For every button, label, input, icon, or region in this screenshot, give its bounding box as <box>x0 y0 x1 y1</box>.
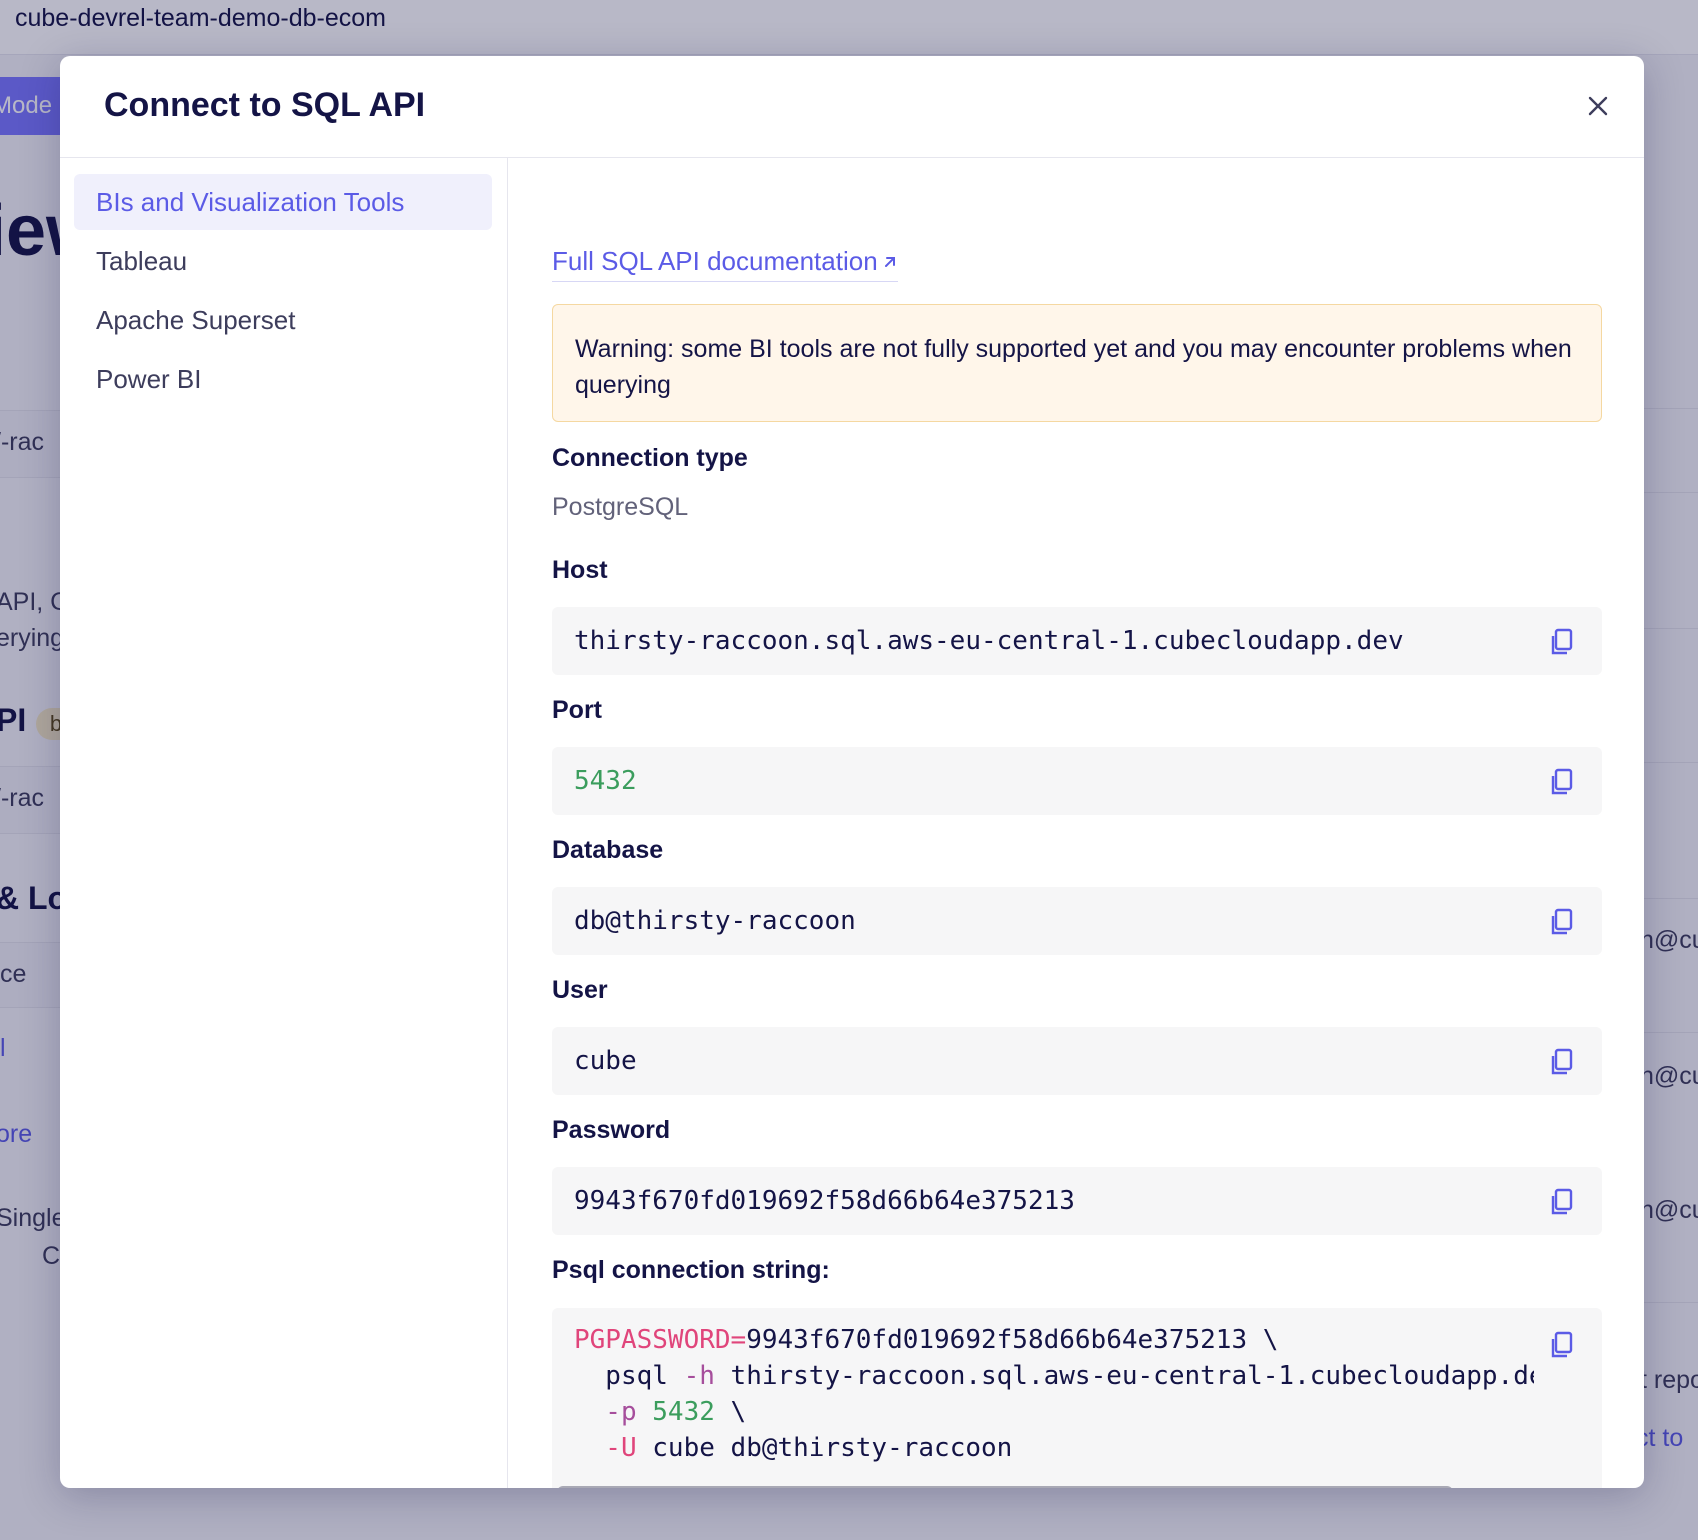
password-field: 9943f670fd019692f58d66b64e375213 <box>552 1167 1602 1235</box>
connect-sql-api-modal: Connect to SQL API BIs and Visualization… <box>60 56 1644 1488</box>
database-value-text: db@thirsty-raccoon <box>574 906 856 936</box>
host-label: Host <box>552 556 608 584</box>
horizontal-scrollbar[interactable] <box>557 1486 1453 1488</box>
password-value: 9943f670fd019692f58d66b64e375213 <box>574 1186 1075 1216</box>
psql-line-4: -U cube db@thirsty-raccoon <box>574 1430 1534 1466</box>
psql-user-db: cube db@thirsty-raccoon <box>636 1433 1013 1463</box>
copy-icon[interactable] <box>1550 627 1578 657</box>
copy-icon[interactable] <box>1550 767 1578 797</box>
user-label: User <box>552 976 608 1004</box>
psql-line-1: PGPASSWORD=9943f670fd019692f58d66b64e375… <box>574 1322 1534 1358</box>
sql-api-documentation-link[interactable]: Full SQL API documentation <box>552 246 898 282</box>
psql-flag-h: -h <box>683 1361 715 1391</box>
user-value: cube <box>574 1046 637 1076</box>
doc-link-label: Full SQL API documentation <box>552 246 878 276</box>
psql-flag-p: -p <box>574 1397 637 1427</box>
close-icon <box>1588 96 1608 116</box>
connection-details: Full SQL API documentation Warning: some… <box>552 158 1602 1488</box>
copy-icon[interactable] <box>1550 907 1578 937</box>
user-field: cube <box>552 1027 1602 1095</box>
copy-icon[interactable] <box>1550 1330 1578 1360</box>
psql-continuation: \ <box>1247 1325 1279 1355</box>
port-label: Port <box>552 696 602 724</box>
host-value: thirsty-raccoon.sql.aws-eu-central-1.cub… <box>574 607 1404 675</box>
external-link-icon <box>884 256 895 267</box>
nav-item-bis-and-visualization-tools[interactable]: BIs and Visualization Tools <box>74 174 492 230</box>
psql-line-3: -p 5432 \ <box>574 1394 1534 1430</box>
database-value: db@thirsty-raccoon <box>574 887 856 955</box>
copy-icon[interactable] <box>1550 1187 1578 1217</box>
modal-title: Connect to SQL API <box>104 86 426 124</box>
port-value: 5432 <box>574 766 637 796</box>
close-button[interactable] <box>1576 84 1620 128</box>
nav-item-tableau[interactable]: Tableau <box>74 233 492 289</box>
host-value-text: thirsty-raccoon.sql.aws-eu-central-1.cub… <box>574 626 1404 656</box>
connection-type-label: Connection type <box>552 444 748 472</box>
nav-item-power-bi[interactable]: Power BI <box>74 351 492 407</box>
psql-port: 5432 <box>636 1397 715 1427</box>
psql-cmd: psql <box>574 1361 684 1391</box>
password-label: Password <box>552 1116 671 1144</box>
psql-tail: \ <box>714 1397 747 1427</box>
psql-line-2: psql -h thirsty-raccoon.sql.aws-eu-centr… <box>574 1358 1534 1394</box>
warning-banner: Warning: some BI tools are not fully sup… <box>552 304 1602 422</box>
side-nav: BIs and Visualization Tools Tableau Apac… <box>60 158 508 1488</box>
database-label: Database <box>552 836 664 864</box>
host-field: thirsty-raccoon.sql.aws-eu-central-1.cub… <box>552 607 1602 675</box>
connection-type-value: PostgreSQL <box>552 493 689 521</box>
psql-flag-u: -U <box>574 1433 637 1463</box>
psql-code: PGPASSWORD=9943f670fd019692f58d66b64e375… <box>574 1322 1534 1472</box>
nav-item-apache-superset[interactable]: Apache Superset <box>74 292 492 348</box>
psql-env-var: PGPASSWORD= <box>574 1325 747 1355</box>
modal-header: Connect to SQL API <box>60 56 1644 158</box>
psql-connection-string-label: Psql connection string: <box>552 1256 830 1284</box>
psql-host: thirsty-raccoon.sql.aws-eu-central-1.cub… <box>714 1361 1534 1391</box>
psql-connection-string: PGPASSWORD=9943f670fd019692f58d66b64e375… <box>552 1308 1602 1488</box>
psql-password: 9943f670fd019692f58d66b64e375213 <box>746 1325 1248 1355</box>
database-field: db@thirsty-raccoon <box>552 887 1602 955</box>
copy-icon[interactable] <box>1550 1047 1578 1077</box>
port-field: 5432 <box>552 747 1602 815</box>
